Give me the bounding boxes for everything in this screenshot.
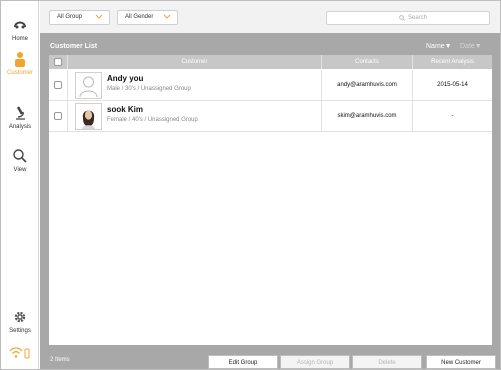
item-count: 2 Items	[50, 357, 70, 363]
customer-contact: andy@aramhuvis.com	[321, 70, 412, 100]
gender-filter-value: All Gender	[125, 14, 154, 20]
female-avatar-icon	[82, 110, 95, 129]
group-filter-value: All Group	[57, 14, 83, 20]
column-customer: Customer	[67, 55, 321, 69]
search-placeholder: Search	[408, 15, 428, 21]
customer-table: Customer Contacts Recent Analysis Andy y…	[49, 55, 492, 345]
customer-list-panel: Customer List Name▼ Date▼ Customer Conta…	[40, 33, 500, 369]
wifi-battery-icon	[9, 347, 30, 359]
customer-contact: skim@aramhuvis.com	[321, 101, 412, 131]
sidebar-item-settings[interactable]: Settings	[1, 309, 39, 334]
table-header: Customer Contacts Recent Analysis	[49, 55, 492, 69]
row-divider	[67, 101, 68, 131]
new-customer-button[interactable]: New Customer	[426, 355, 496, 369]
sort-by-name-button[interactable]: Name▼	[426, 43, 452, 50]
sidebar-item-label: Customer	[6, 70, 33, 76]
sidebar-item-label: Analysis	[8, 124, 32, 130]
sidebar-item-analysis[interactable]: Analysis	[1, 105, 39, 130]
male-avatar-icon	[79, 76, 98, 98]
chevron-down-icon	[163, 14, 171, 19]
sidebar-item-label: View	[13, 167, 27, 173]
magnifier-icon	[13, 149, 27, 163]
select-all-checkbox[interactable]	[54, 58, 62, 66]
table-row[interactable]: Andy you Male / 30's / Unassigned Group …	[49, 70, 492, 101]
column-contacts: Contacts	[321, 55, 412, 69]
customer-recent-analysis: -	[412, 101, 492, 131]
panel-title: Customer List	[50, 43, 98, 50]
sidebar-item-view[interactable]: View	[1, 148, 39, 173]
person-icon	[15, 52, 25, 67]
chevron-down-icon	[95, 14, 103, 19]
row-divider	[67, 70, 68, 100]
column-recent-analysis: Recent Analysis	[412, 55, 492, 69]
filter-bar: All Group All Gender Search	[40, 1, 500, 33]
sidebar: Home Customer Analysis View Settings	[1, 1, 39, 369]
row-checkbox[interactable]	[54, 112, 62, 120]
sidebar-item-label: Settings	[9, 328, 31, 334]
delete-button[interactable]: Delete	[352, 355, 422, 369]
logo-icon	[14, 21, 26, 29]
sidebar-item-home[interactable]: Home	[1, 17, 39, 42]
assign-group-button[interactable]: Assign Group	[280, 355, 350, 369]
sidebar-item-label: Home	[11, 36, 28, 42]
gender-filter-dropdown[interactable]: All Gender	[117, 10, 178, 25]
sort-by-date-button[interactable]: Date▼	[460, 43, 482, 50]
table-row[interactable]: sook Kim Female / 40's / Unassigned Grou…	[49, 101, 492, 132]
avatar	[75, 103, 102, 130]
row-checkbox[interactable]	[54, 81, 62, 89]
search-input[interactable]: Search	[326, 11, 490, 25]
gear-icon	[14, 311, 26, 323]
customer-recent-analysis: 2015-05-14	[412, 70, 492, 100]
sidebar-item-customer[interactable]: Customer	[1, 51, 39, 76]
customer-detail: Female / 40's / Unassigned Group	[107, 117, 198, 123]
customer-name: sook Kim	[107, 105, 144, 114]
search-icon	[399, 15, 405, 21]
group-filter-dropdown[interactable]: All Group	[49, 10, 110, 25]
customer-detail: Male / 30's / Unassigned Group	[107, 86, 191, 92]
edit-group-button[interactable]: Edit Group	[208, 355, 278, 369]
microscope-icon	[16, 106, 25, 120]
customer-name: Andy you	[107, 74, 144, 83]
avatar	[75, 72, 102, 99]
